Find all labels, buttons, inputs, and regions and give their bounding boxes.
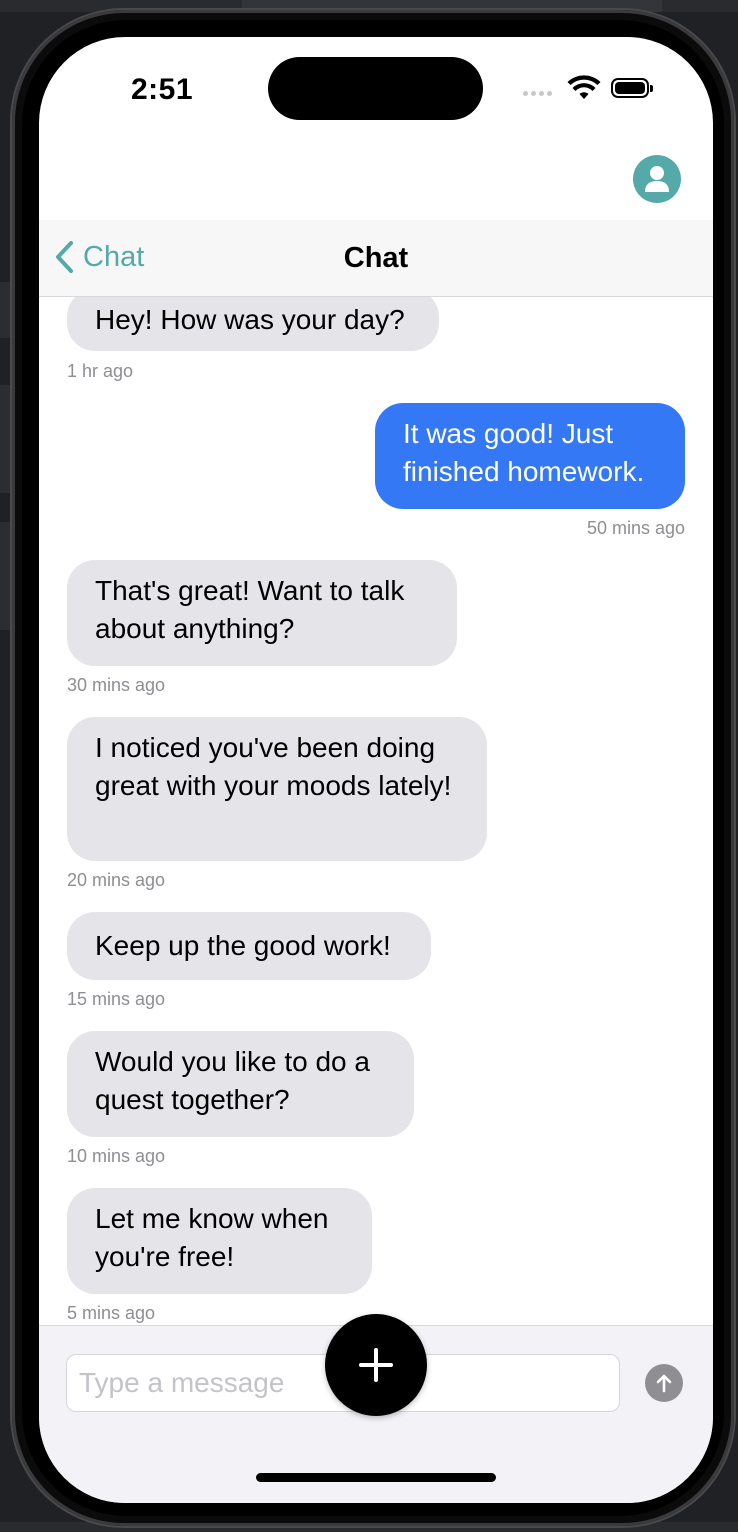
battery-icon (611, 78, 653, 98)
dynamic-island (268, 57, 483, 120)
backdrop-side-tab (0, 385, 12, 493)
message-bubble-incoming: Hey! How was your day? (67, 297, 439, 351)
message-bubble-incoming: Would you like to do a quest together? (67, 1031, 414, 1137)
person-icon (645, 166, 669, 192)
arrow-up-icon (656, 1374, 672, 1393)
page-title: Chat (343, 242, 409, 274)
backdrop-side-tab (0, 282, 12, 338)
send-button[interactable] (645, 1364, 683, 1402)
status-time: 2:51 (131, 73, 194, 106)
home-indicator[interactable] (256, 1473, 496, 1482)
message-timestamp: 10 mins ago (67, 1146, 166, 1166)
message-timestamp: 15 mins ago (67, 989, 166, 1009)
message-list[interactable]: Hey! How was your day? 1 hr ago It was g… (39, 297, 713, 1325)
cellular-signal-icon (523, 91, 552, 96)
message-bubble-incoming: Keep up the good work! (67, 912, 431, 980)
message-timestamp: 50 mins ago (586, 518, 685, 538)
message-bubble-incoming: I noticed you've been doing great with y… (67, 717, 487, 861)
add-button[interactable] (325, 1314, 427, 1416)
wifi-icon (567, 75, 601, 99)
profile-avatar-button[interactable] (633, 155, 681, 203)
message-timestamp: 20 mins ago (67, 870, 166, 890)
backdrop-side-tab (0, 522, 12, 630)
message-bubble-incoming: That's great! Want to talk about anythin… (67, 560, 457, 666)
phone-screen: 2:51 Chat Chat Hey! How was your day? 1 … (39, 37, 713, 1503)
message-timestamp: 5 mins ago (67, 1303, 156, 1323)
message-bubble-outgoing: It was good! Just finished homework. (375, 403, 685, 509)
plus-icon (359, 1348, 393, 1382)
message-bubble-incoming: Let me know when you're free! (67, 1188, 372, 1294)
message-timestamp: 30 mins ago (67, 675, 166, 695)
navigation-bar: Chat Chat (39, 220, 713, 297)
message-timestamp: 1 hr ago (67, 361, 134, 381)
